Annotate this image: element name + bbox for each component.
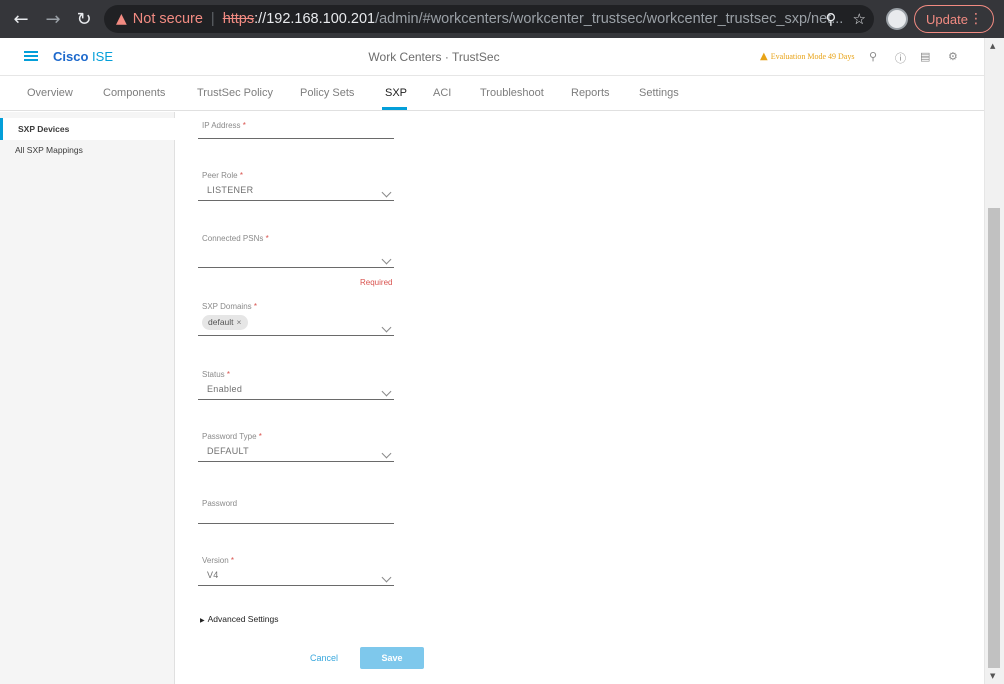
tab-overview[interactable]: Overview (27, 87, 73, 99)
ip-address-label: IP Address * (202, 121, 246, 130)
connected-psns-error: Required (360, 278, 393, 287)
password-type-value: DEFAULT (207, 446, 249, 456)
address-bar[interactable]: ▲ Not secure | https://192.168.100.201/a… (104, 5, 874, 33)
advanced-settings-toggle[interactable]: ▶ Advanced Settings (200, 614, 279, 624)
status-label: Status * (202, 370, 231, 379)
version-value: V4 (207, 570, 219, 580)
reload-icon[interactable]: ↻ (71, 6, 97, 32)
ise-header: Cisco ISE Work Centers · TrustSec ▲ Eval… (0, 38, 984, 76)
advanced-settings-label: Advanced Settings (207, 614, 279, 624)
sidebar-item-sxp-devices[interactable]: SXP Devices (0, 118, 175, 140)
peer-role-value: LISTENER (207, 185, 254, 195)
warning-icon: ▲ (116, 11, 127, 27)
star-icon[interactable]: ☆ (853, 10, 866, 28)
page-title: Work Centers · TrustSec (368, 50, 500, 64)
page-scrollbar[interactable]: ▲ ▼ (984, 38, 1004, 684)
evaluation-text: Evaluation Mode 49 Days (770, 52, 855, 61)
sidebar-item-all-sxp-mappings[interactable]: All SXP Mappings (0, 139, 175, 161)
dashboard-icon[interactable]: ▤ (920, 50, 930, 63)
tab-policy-sets[interactable]: Policy Sets (300, 87, 354, 99)
connected-psns-label: Connected PSNs * (202, 234, 269, 243)
search-icon[interactable]: ⚲ (869, 50, 877, 63)
more-vert-icon: ⋮ (969, 11, 983, 27)
domain-chip-default: default × (202, 315, 248, 330)
profile-avatar-icon[interactable] (886, 8, 908, 30)
chevron-down-icon (381, 187, 392, 198)
status-value: Enabled (207, 384, 243, 394)
zoom-icon[interactable]: ⚲ (826, 10, 837, 28)
scroll-thumb[interactable] (988, 208, 1000, 668)
chevron-down-icon (381, 572, 392, 583)
forward-arrow-icon[interactable]: → (40, 6, 66, 32)
tab-aci[interactable]: ACI (433, 87, 451, 99)
tab-troubleshoot[interactable]: Troubleshoot (480, 87, 544, 99)
version-label: Version * (202, 556, 235, 565)
save-button[interactable]: Save (360, 647, 424, 669)
chip-remove-icon[interactable]: × (237, 317, 242, 327)
cancel-button[interactable]: Cancel (298, 648, 350, 668)
scroll-down-icon[interactable]: ▼ (990, 672, 995, 680)
chevron-down-icon (381, 322, 392, 333)
tab-components[interactable]: Components (103, 87, 165, 99)
tab-reports[interactable]: Reports (571, 87, 610, 99)
address-separator: | (210, 11, 215, 27)
evaluation-notice[interactable]: ▲ Evaluation Mode 49 Days (760, 51, 854, 62)
ip-address-field[interactable]: IP Address * (198, 109, 394, 139)
not-secure-label[interactable]: Not secure (133, 11, 203, 27)
browser-toolbar: ← → ↻ ▲ Not secure | https://192.168.100… (0, 0, 1004, 38)
warning-icon: ▲ (760, 51, 768, 62)
update-button[interactable]: Update ⋮ (914, 5, 994, 33)
tab-sxp[interactable]: SXP (385, 87, 407, 99)
update-label: Update (926, 11, 968, 27)
chevron-down-icon (381, 386, 392, 397)
connected-psns-select[interactable]: Connected PSNs * (198, 234, 394, 268)
sidebar: SXP Devices All SXP Mappings (0, 112, 175, 684)
peer-role-label: Peer Role * (202, 171, 243, 180)
tab-settings[interactable]: Settings (639, 87, 679, 99)
address-bar-actions: ⚲ ☆ (826, 5, 866, 33)
caret-right-icon: ▶ (200, 617, 205, 624)
sxp-domains-label: SXP Domains * (202, 302, 258, 311)
back-arrow-icon[interactable]: ← (8, 6, 34, 32)
url-scheme: https (222, 11, 255, 27)
url-host: ://192.168.100.201 (254, 11, 376, 27)
status-select[interactable]: Status * Enabled (198, 370, 394, 400)
password-type-select[interactable]: Password Type * DEFAULT (198, 432, 394, 462)
password-field[interactable]: Password (198, 494, 394, 524)
version-select[interactable]: Version * V4 (198, 556, 394, 586)
workcenter-tabs: Overview Components TrustSec Policy Poli… (0, 76, 984, 111)
peer-role-select[interactable]: Peer Role * LISTENER (198, 171, 394, 201)
url-path: /admin/#workcenters/workcenter_trustsec/… (375, 11, 844, 27)
sxp-domains-select[interactable]: SXP Domains * default × (198, 302, 394, 336)
scroll-up-icon[interactable]: ▲ (990, 42, 995, 50)
chevron-down-icon (381, 254, 392, 265)
help-icon[interactable]: ⓘ (895, 50, 906, 66)
tab-trustsec-policy[interactable]: TrustSec Policy (197, 87, 273, 99)
gear-icon[interactable]: ⚙ (948, 50, 958, 63)
password-type-label: Password Type * (202, 432, 262, 441)
password-label: Password (202, 499, 238, 508)
chevron-down-icon (381, 448, 392, 459)
